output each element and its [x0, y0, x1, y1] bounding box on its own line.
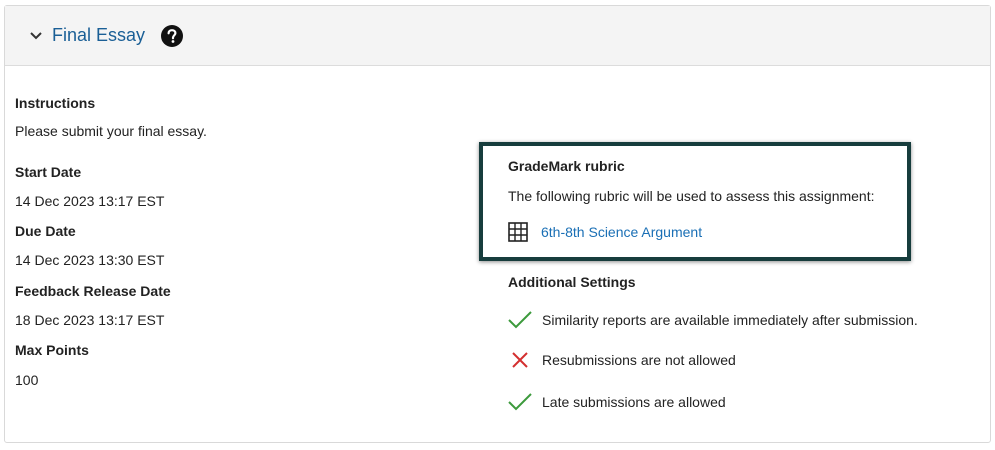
rubric-link[interactable]: 6th-8th Science Argument [541, 224, 702, 240]
due-date-label: Due Date [15, 223, 76, 239]
assignment-title[interactable]: Final Essay [52, 25, 145, 46]
setting-resubmissions: Resubmissions are not allowed [508, 348, 736, 372]
max-points-value: 100 [15, 372, 39, 388]
additional-settings-title: Additional Settings [508, 274, 636, 290]
table-grid-icon [508, 222, 528, 242]
rubric-title: GradeMark rubric [508, 158, 625, 174]
instructions-label: Instructions [15, 95, 96, 111]
setting-text: Similarity reports are available immedia… [542, 312, 918, 328]
chevron-down-icon[interactable] [29, 29, 43, 43]
feedback-release-label: Feedback Release Date [15, 283, 171, 299]
rubric-link-row[interactable]: 6th-8th Science Argument [508, 222, 702, 242]
cross-icon [508, 348, 532, 372]
panel-header: Final Essay [5, 6, 990, 66]
start-date-label: Start Date [15, 164, 82, 180]
start-date-value: 14 Dec 2023 13:17 EST [15, 193, 165, 209]
rubric-description: The following rubric will be used to ass… [508, 188, 875, 204]
feedback-release-value: 18 Dec 2023 13:17 EST [15, 312, 165, 328]
due-date-value: 14 Dec 2023 13:30 EST [15, 252, 165, 268]
setting-text: Resubmissions are not allowed [542, 352, 736, 368]
setting-late-submissions: Late submissions are allowed [508, 390, 726, 414]
check-icon [508, 308, 532, 332]
instructions-value: Please submit your final essay. [15, 123, 207, 139]
setting-text: Late submissions are allowed [542, 394, 726, 410]
check-icon [508, 390, 532, 414]
help-circle-icon[interactable] [161, 24, 184, 47]
max-points-label: Max Points [15, 342, 89, 358]
grademark-rubric-box: GradeMark rubric The following rubric wi… [479, 142, 911, 261]
setting-similarity-reports: Similarity reports are available immedia… [508, 308, 918, 332]
